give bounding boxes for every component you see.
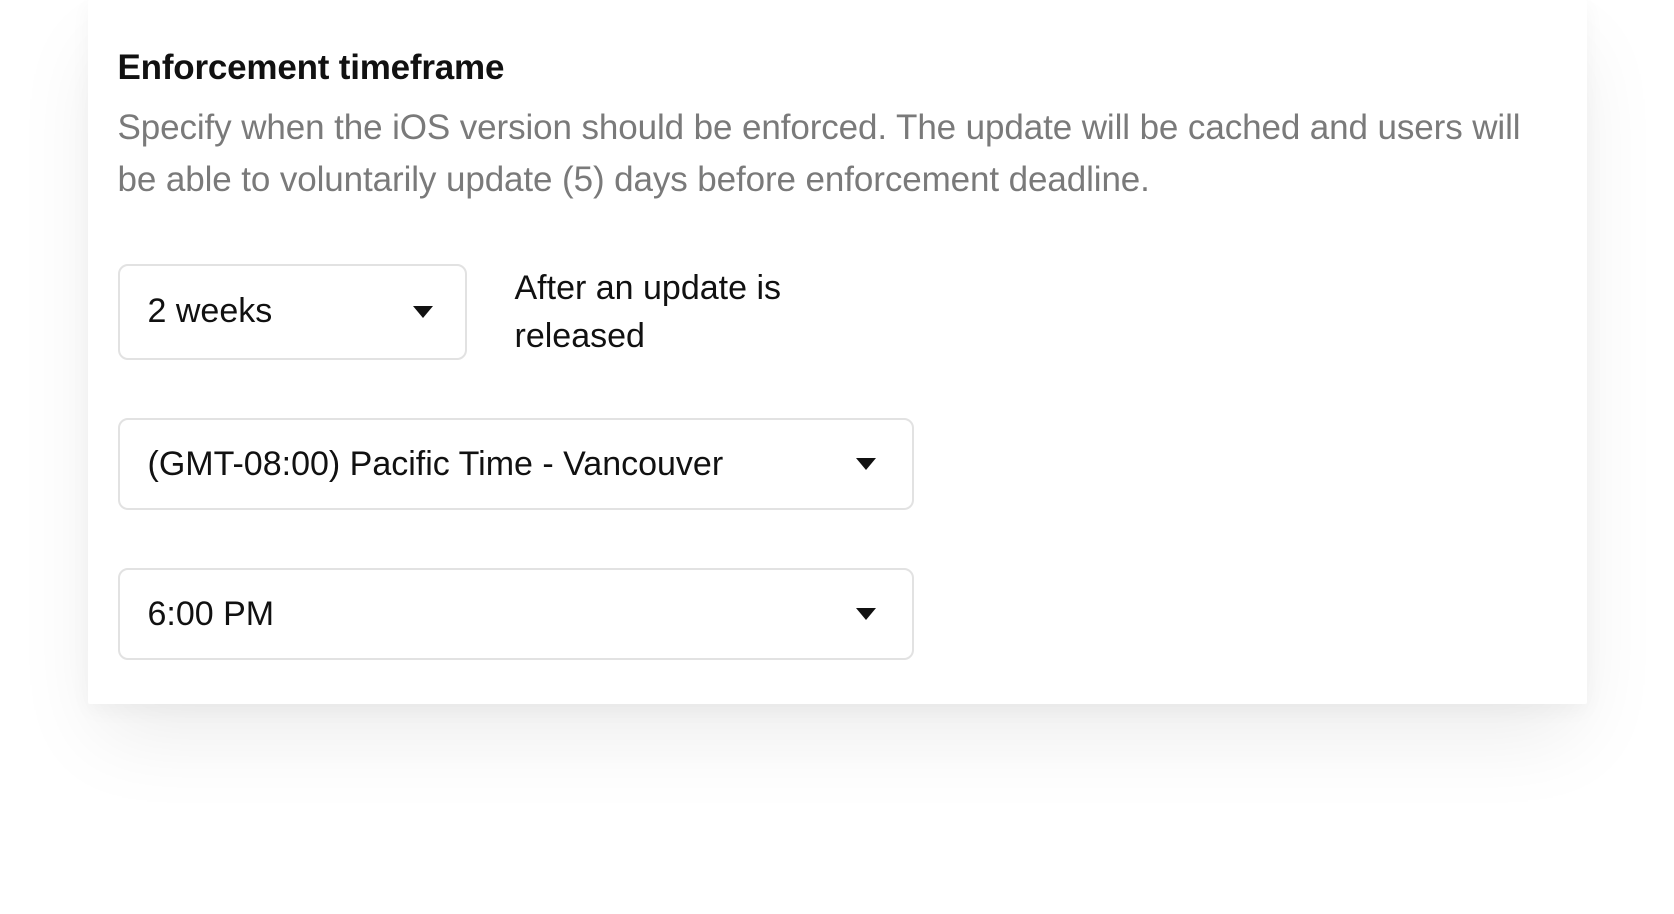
section-title: Enforcement timeframe: [118, 48, 1557, 88]
time-select-value: 6:00 PM: [120, 595, 275, 634]
timezone-select[interactable]: (GMT-08:00) Pacific Time - Vancouver: [118, 418, 914, 510]
duration-select-value: 2 weeks: [120, 292, 273, 331]
chevron-down-icon: [856, 608, 912, 620]
enforcement-timeframe-card: Enforcement timeframe Specify when the i…: [88, 0, 1587, 704]
after-release-label: After an update is released: [515, 264, 855, 361]
chevron-down-icon: [856, 458, 912, 470]
duration-select[interactable]: 2 weeks: [118, 264, 467, 360]
time-select[interactable]: 6:00 PM: [118, 568, 914, 660]
chevron-down-icon: [413, 306, 465, 318]
duration-row: 2 weeks After an update is released: [118, 264, 1557, 361]
timezone-select-value: (GMT-08:00) Pacific Time - Vancouver: [120, 445, 724, 484]
section-description: Specify when the iOS version should be e…: [118, 102, 1538, 206]
